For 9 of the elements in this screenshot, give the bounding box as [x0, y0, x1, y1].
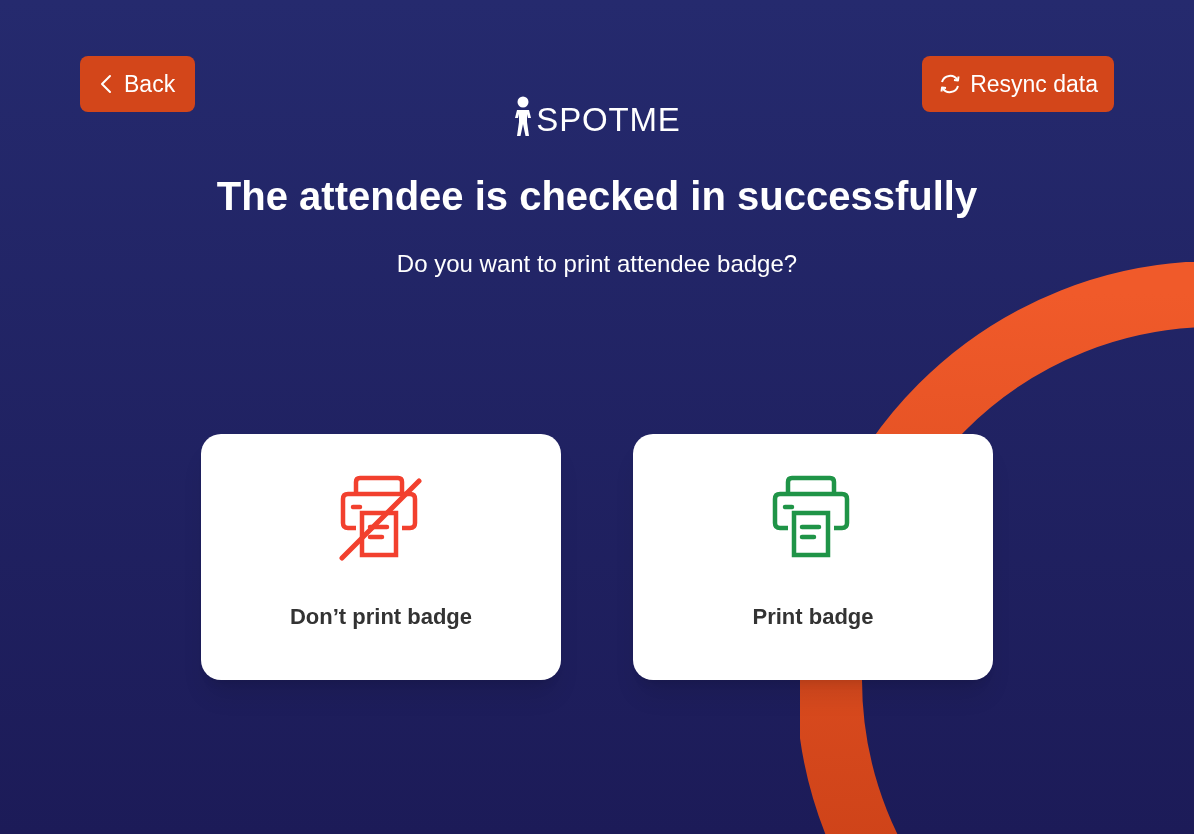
logo-text: SPOTME: [536, 103, 681, 136]
person-logo-icon: [513, 96, 534, 136]
back-button[interactable]: Back: [80, 56, 196, 112]
resync-button[interactable]: Resync data: [922, 56, 1114, 112]
option-card[interactable]: Print badge: [633, 434, 993, 680]
option-card[interactable]: Don’t print badge: [201, 434, 561, 680]
subtitle: Do you want to print attendee badge?: [396, 249, 798, 279]
page-title: The attendee is checked in successfully: [216, 173, 978, 220]
chevron-left-icon: [100, 74, 112, 94]
